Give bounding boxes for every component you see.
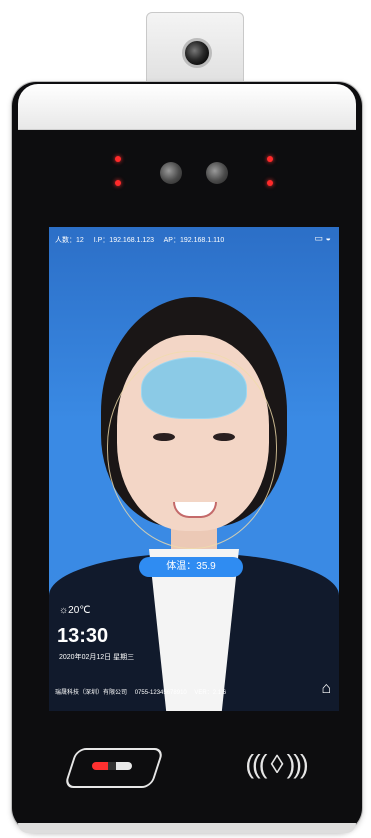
portrait-eye [213,433,235,441]
ip-address: I.P：192.168.1.123 [93,237,155,244]
camera-lens-icon [182,38,212,68]
ir-led-indicator [115,156,121,162]
ir-led-indicator [267,156,273,162]
ir-sensor-leds [92,762,132,770]
version-label: VER：2.1.6 [194,690,227,696]
temperature-badge: 体温：35.9 [139,557,243,577]
info-footer: 瑞晟科技（深圳）有限公司 0755-12345678910 VER：2.1.6 [55,687,232,696]
device-bottom-bezel [18,823,356,833]
nfc-reader-icon[interactable]: ((( ◊ ))) [228,744,324,784]
status-bar: 人数：12 I.P：192.168.1.123 AP：192.168.1.110 [55,235,232,245]
clock-time: 13:30 [57,625,109,647]
camera-sensor-icon [160,162,182,184]
camera-sensor-icon [206,162,228,184]
device-top-bezel [18,84,356,130]
ap-address: AP：192.168.1.110 [163,237,225,244]
face-detection-frame [107,351,277,549]
wifi-icon: ▭ ◒ [314,233,331,243]
weather-readout: ☼20℃ [59,605,91,616]
clock-date: 2020年02月12日 星期三 [59,654,135,661]
phone-number: 0755-12345678910 [134,690,187,696]
ir-led-indicator [267,180,273,186]
people-count: 人数：12 [55,237,84,244]
home-icon[interactable]: ⌂ [321,680,331,698]
company-name: 瑞晟科技（深圳）有限公司 [55,690,128,696]
display-screen: 人数：12 I.P：192.168.1.123 AP：192.168.1.110… [49,227,339,711]
ir-led-indicator [115,180,121,186]
portrait-eye [153,433,175,441]
